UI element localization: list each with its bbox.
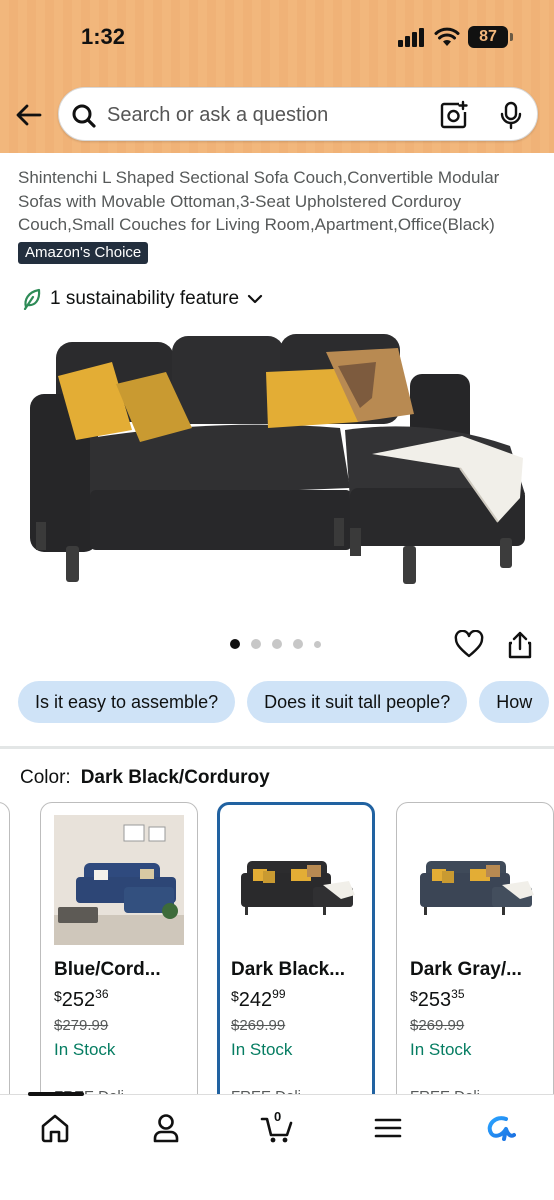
- swatch-list-price: $269.99: [410, 1017, 465, 1034]
- cart-button[interactable]: 0: [260, 1109, 294, 1145]
- home-icon[interactable]: [38, 1111, 72, 1145]
- swatch-name: Dark Black...: [231, 959, 346, 980]
- swatch-image: [410, 815, 540, 945]
- color-swatch-dark-black[interactable]: Dark Black... $24299 $269.99 In Stock FR…: [217, 802, 375, 1122]
- heart-icon[interactable]: [454, 630, 484, 658]
- nav-active-indicator: [28, 1092, 84, 1096]
- product-page: 1:32 87 Search or ask a question Shinten…: [0, 0, 554, 1200]
- menu-icon[interactable]: [371, 1111, 405, 1145]
- swatch-stock: In Stock: [54, 1040, 116, 1059]
- color-swatch-dark-gray[interactable]: Dark Gray/... $25335 $269.99 In Stock FR…: [396, 802, 554, 1122]
- swatch-stock: In Stock: [410, 1040, 472, 1059]
- swatch-name: Blue/Cord...: [54, 959, 161, 980]
- pagination-dot[interactable]: [251, 639, 261, 649]
- swatch-image: [54, 815, 184, 945]
- pagination-dot[interactable]: [314, 640, 321, 648]
- amazons-choice-badge: Amazon's Choice: [18, 242, 149, 264]
- search-placeholder: Search or ask a question: [107, 104, 329, 126]
- share-icon[interactable]: [507, 630, 533, 660]
- search-input[interactable]: Search or ask a question: [58, 87, 538, 141]
- question-chip[interactable]: Is it easy to assemble?: [18, 681, 236, 723]
- swatch-image: [231, 815, 361, 945]
- image-pagination[interactable]: [230, 639, 321, 649]
- signal-icon: [398, 28, 424, 47]
- chevron-down-icon: [247, 294, 263, 304]
- back-arrow-icon[interactable]: [14, 100, 44, 130]
- swatch-list-price: $269.99: [231, 1017, 286, 1034]
- pagination-dot[interactable]: [230, 639, 240, 649]
- wifi-icon: [434, 27, 460, 46]
- pagination-dot[interactable]: [272, 639, 282, 649]
- cart-count: 0: [274, 1109, 282, 1124]
- question-chips: Is it easy to assemble? Does it suit tal…: [18, 681, 550, 723]
- question-chip[interactable]: How: [479, 681, 550, 723]
- swatch-stock: In Stock: [231, 1040, 293, 1059]
- status-icons: 87: [398, 26, 513, 48]
- color-selection: Color: Dark Black/Corduroy: [20, 767, 270, 789]
- swatch-price: $24299: [231, 987, 286, 1011]
- swatch-price: $25236: [54, 987, 109, 1011]
- bottom-nav: 0: [0, 1092, 554, 1200]
- color-swatch-blue[interactable]: Blue/Cord... $25236 $279.99 In Stock FRE…: [40, 802, 198, 1122]
- color-value: Dark Black/Corduroy: [80, 767, 270, 788]
- rufus-ai-icon[interactable]: [482, 1111, 516, 1145]
- microphone-icon[interactable]: [499, 101, 523, 131]
- swatch-name: Dark Gray/...: [410, 959, 522, 980]
- battery-indicator: 87: [468, 26, 513, 48]
- color-label: Color:: [20, 767, 71, 788]
- color-swatch-partial[interactable]: [0, 802, 10, 1122]
- sustainability-feature[interactable]: 1 sustainability feature: [22, 288, 263, 310]
- status-time: 1:32: [81, 24, 126, 49]
- product-image[interactable]: [20, 318, 534, 598]
- sustainability-label: 1 sustainability feature: [50, 288, 240, 309]
- leaf-icon: [23, 288, 41, 310]
- product-title[interactable]: Shintenchi L Shaped Sectional Sofa Couch…: [18, 166, 542, 237]
- search-icon: [72, 104, 96, 128]
- header: 1:32 87 Search or ask a question: [0, 0, 554, 153]
- pagination-dot[interactable]: [293, 639, 303, 649]
- section-divider: [0, 746, 554, 749]
- swatch-list-price: $279.99: [54, 1017, 109, 1034]
- camera-search-icon[interactable]: [439, 100, 469, 130]
- swatch-price: $25335: [410, 987, 465, 1011]
- account-icon[interactable]: [149, 1111, 183, 1145]
- question-chip[interactable]: Does it suit tall people?: [247, 681, 468, 723]
